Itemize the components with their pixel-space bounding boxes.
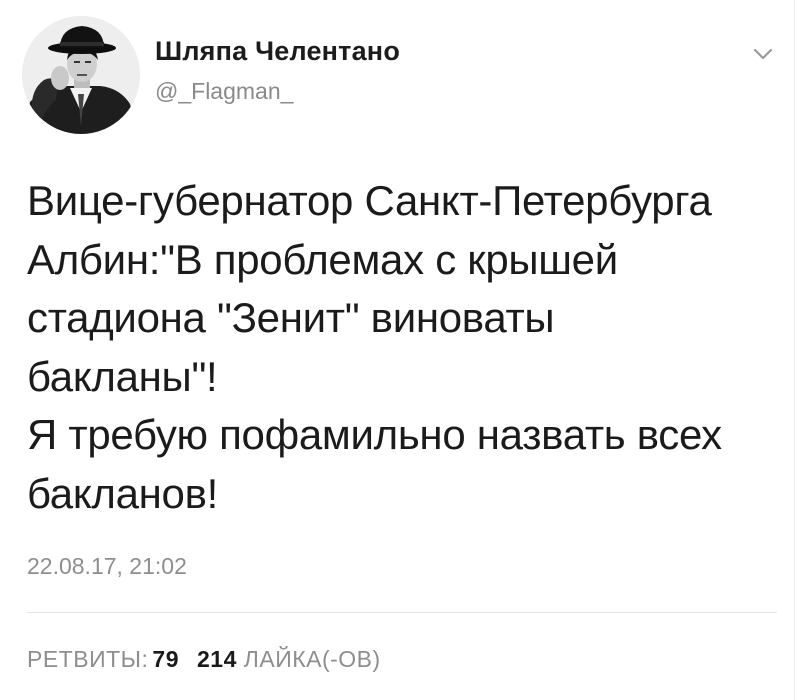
retweets-count[interactable]: 79	[152, 646, 179, 672]
likes-label[interactable]: ЛАЙКА(-ОВ)	[244, 646, 381, 672]
scrollbar-track	[794, 0, 802, 700]
tweet-text-line: Вице-губернатор Санкт-Петербурга	[27, 177, 712, 224]
tweet-text-line: бакланы"!	[27, 352, 218, 400]
tweet-text-line: Я требую пофамильно назвать всех	[27, 411, 722, 458]
tweet-text: Вице-губернатор Санкт-Петербурга Албин:"…	[27, 172, 789, 523]
tweet-stats: РЕТВИТЫ: 79 214 ЛАЙКА(-ОВ)	[27, 646, 381, 673]
divider	[27, 612, 777, 613]
tweet-text-line: стадиона "Зенит" виноваты	[27, 294, 555, 341]
display-name[interactable]: Шляпа Челентано	[155, 36, 400, 67]
user-handle[interactable]: @_Flagman_	[155, 78, 293, 105]
avatar-photo-icon	[22, 16, 140, 134]
chevron-down-icon[interactable]	[748, 42, 778, 66]
tweet-timestamp[interactable]: 22.08.17, 21:02	[27, 553, 187, 580]
tweet-card: Шляпа Челентано @_Flagman_ Вице-губернат…	[0, 0, 802, 700]
retweets-label[interactable]: РЕТВИТЫ:	[27, 646, 148, 672]
user-avatar[interactable]	[22, 16, 140, 134]
tweet-text-line: Албин:"В проблемах с крышей	[27, 235, 618, 283]
likes-count[interactable]: 214	[197, 646, 237, 672]
tweet-text-line: бакланов!	[27, 469, 218, 517]
